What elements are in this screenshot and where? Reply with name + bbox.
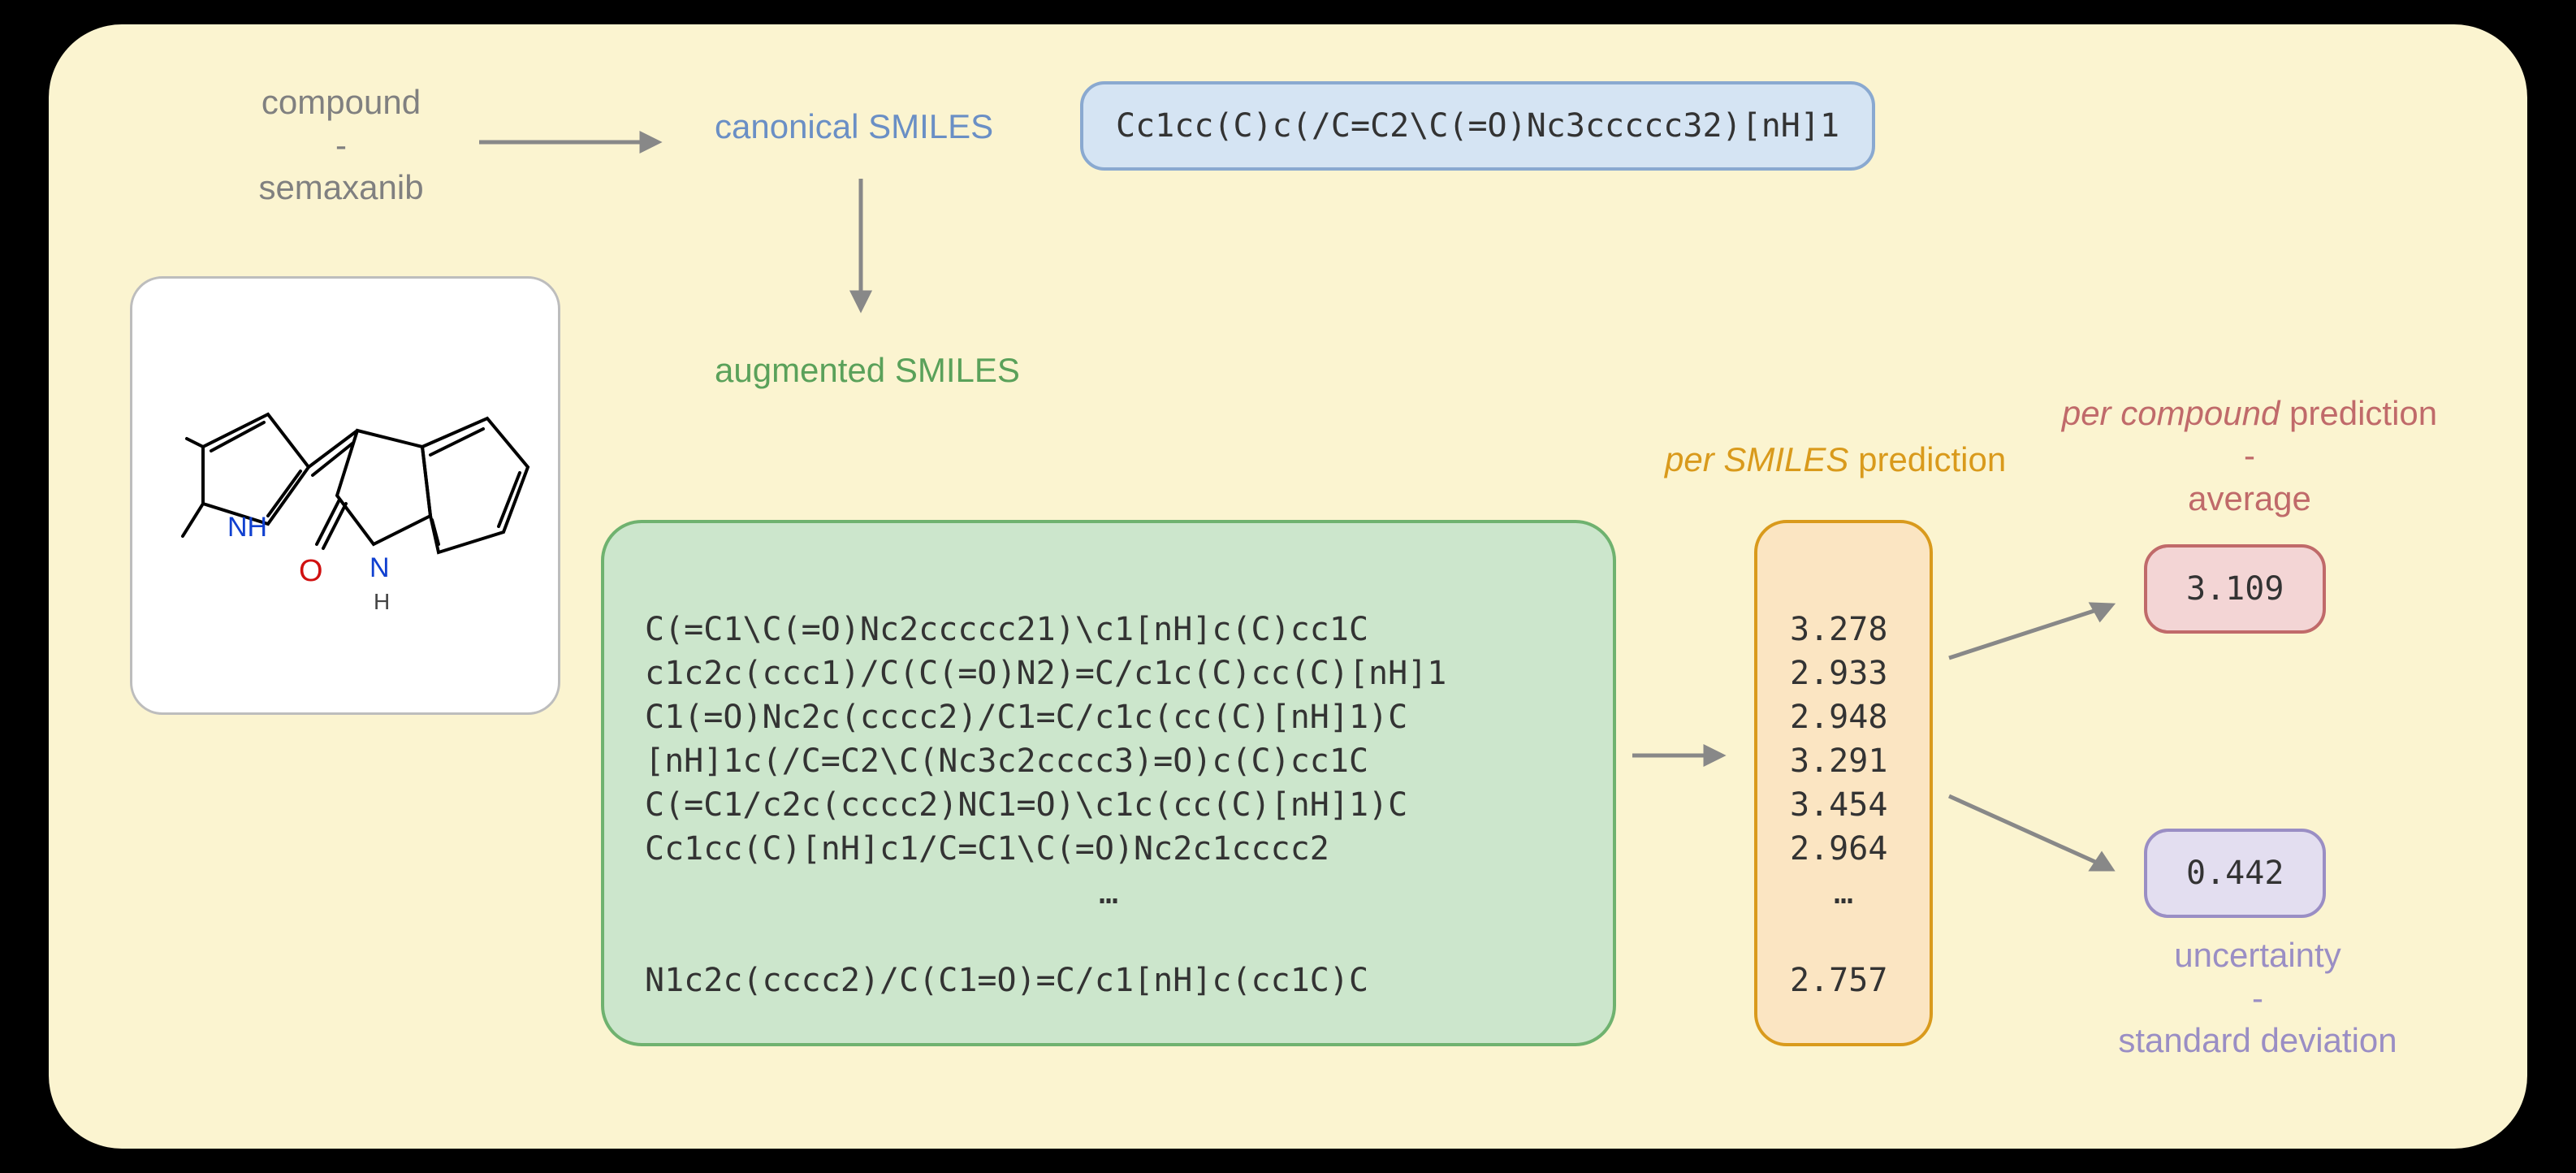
augmented-smiles-box: C(=C1\C(=O)Nc2ccccc21)\c1[nH]c(C)cc1C c1… <box>601 520 1616 1046</box>
molecule-svg: NH O N H <box>146 292 544 699</box>
average-value-box: 3.109 <box>2144 544 2326 634</box>
aug-row: c1c2c(ccc1)/C(C(=O)N2)=C/c1c(C)cc(C)[nH]… <box>645 655 1446 692</box>
compound-label: compound - semaxanib <box>211 81 471 210</box>
atom-n: N <box>370 552 390 583</box>
atom-o: O <box>299 554 323 588</box>
diagram-canvas: compound - semaxanib <box>49 24 2527 1149</box>
aug-ellipsis: … <box>645 871 1572 915</box>
per-smiles-predictions-box: 3.278 2.933 2.948 3.291 3.454 2.964 … 2.… <box>1754 520 1933 1046</box>
arrow-to-average <box>1941 593 2136 666</box>
pred-value: 2.933 <box>1790 655 1887 692</box>
per-compound-prediction-label: per compound prediction - average <box>2047 349 2453 520</box>
pred-value: 3.291 <box>1790 742 1887 780</box>
molecule-structure: NH O N H <box>130 276 560 715</box>
atom-h: H <box>374 589 390 614</box>
augmented-smiles-label: augmented SMILES <box>715 349 1020 392</box>
aug-row: C(=C1/c2c(cccc2)NC1=O)\c1c(cc(C)[nH]1)C <box>645 786 1407 824</box>
pred-value: 3.278 <box>1790 611 1887 648</box>
canonical-smiles-label: canonical SMILES <box>715 106 993 149</box>
arrow-canonical-to-augmented <box>836 171 885 333</box>
arrow-to-std <box>1941 788 2136 885</box>
arrow-augmented-to-predictions <box>1624 731 1746 780</box>
aug-row: [nH]1c(/C=C2\C(Nc3c2cccc3)=O)c(C)cc1C <box>645 742 1368 780</box>
per-smiles-prediction-label: per SMILES prediction <box>1665 439 2006 482</box>
pred-value: 3.454 <box>1790 786 1887 824</box>
uncertainty-label: uncertainty - standard deviation <box>2071 934 2444 1063</box>
pred-value: 2.757 <box>1790 962 1887 999</box>
pred-value: 2.948 <box>1790 699 1887 736</box>
std-value-box: 0.442 <box>2144 829 2326 918</box>
pred-ellipsis: … <box>1790 871 1897 915</box>
aug-row: C(=C1\C(=O)Nc2ccccc21)\c1[nH]c(C)cc1C <box>645 611 1368 648</box>
arrow-compound-to-canonical <box>471 118 682 167</box>
aug-row: Cc1cc(C)[nH]c1/C=C1\C(=O)Nc2c1cccc2 <box>645 830 1329 868</box>
atom-nh: NH <box>227 512 267 543</box>
aug-row: N1c2c(cccc2)/C(C1=O)=C/c1[nH]c(cc1C)C <box>645 962 1368 999</box>
canonical-smiles-box: Cc1cc(C)c(/C=C2\C(=O)Nc3ccccc32)[nH]1 <box>1080 81 1875 171</box>
aug-row: C1(=O)Nc2c(cccc2)/C1=C/c1c(cc(C)[nH]1)C <box>645 699 1407 736</box>
pred-value: 2.964 <box>1790 830 1887 868</box>
